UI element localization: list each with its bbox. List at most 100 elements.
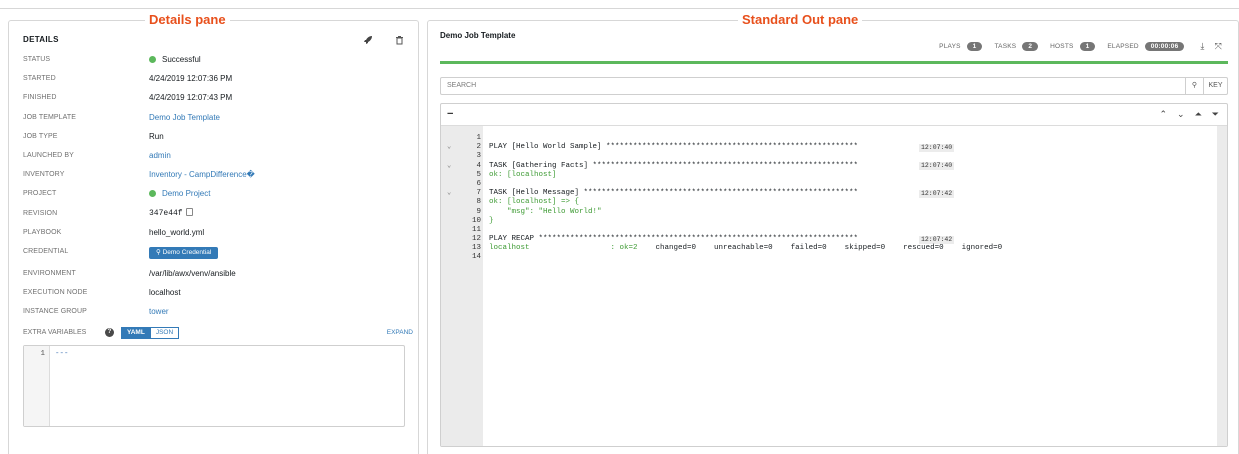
detail-label: ENVIRONMENT xyxy=(23,269,76,277)
job-counts: PLAYS 1 TASKS 2 HOSTS 1 ELAPSED 00:00:06… xyxy=(939,41,1222,52)
search-input[interactable]: SEARCH xyxy=(447,82,476,89)
output-line: 12 PLAY RECAP ***************************… xyxy=(441,235,1211,244)
line-text: ok: [localhost] => { xyxy=(489,198,580,207)
output-scrollbar[interactable] xyxy=(1217,126,1227,446)
output-line: 14 xyxy=(441,253,1211,262)
success-status-icon xyxy=(149,56,156,63)
line-text: TASK [Hello Message] *******************… xyxy=(489,189,859,198)
output-line: 10} xyxy=(441,217,1211,226)
detail-row-job-type: JOB TYPE Run xyxy=(23,128,413,147)
detail-row-inventory: INVENTORY Inventory - CampDifference� xyxy=(23,166,413,185)
project-link[interactable]: Demo Project xyxy=(149,188,210,200)
key-button[interactable]: KEY xyxy=(1203,78,1227,94)
line-text: ok: [localhost] xyxy=(489,170,557,179)
editor-gutter: 1 xyxy=(24,346,50,426)
detail-value: 4/24/2019 12:07:36 PM xyxy=(149,74,233,84)
plays-count-badge: 1 xyxy=(966,42,983,51)
line-number: 14 xyxy=(471,253,481,262)
format-toggle: YAML JSON xyxy=(121,327,180,339)
hosts-label: HOSTS xyxy=(1050,43,1074,50)
search-bar: SEARCH ⚲ KEY xyxy=(440,77,1228,95)
elapsed-badge: 00:00:06 xyxy=(1144,42,1185,51)
detail-value: Run xyxy=(149,131,164,141)
expand-link[interactable]: EXPAND xyxy=(387,329,413,336)
recap-stats: changed=0 unreachable=0 failed=0 skipped… xyxy=(637,244,1003,253)
copy-icon[interactable] xyxy=(185,207,193,216)
detail-row-playbook: PLAYBOOK hello_world.yml xyxy=(23,224,413,243)
line-number: 3 xyxy=(476,152,481,161)
job-template-link[interactable]: Demo Job Template xyxy=(149,112,220,124)
output-line: ⌄ 4 TASK [Gathering Facts] ***************… xyxy=(441,162,1211,171)
output-line: 5 ok: [localhost] xyxy=(441,171,1211,180)
collapse-all-button[interactable]: − xyxy=(447,108,453,120)
stdout-output: − ⌃ ⌄ ⏶ ⏷ 1 ⌄ 2 PLAY [Hello World Sample] *… xyxy=(440,103,1228,447)
chevron-up-icon[interactable]: ⌃ xyxy=(1160,109,1168,120)
output-body: 1 ⌄ 2 PLAY [Hello World Sample] ***********… xyxy=(441,126,1227,446)
detail-label: JOB TYPE xyxy=(23,132,58,140)
editor-content[interactable]: --- xyxy=(55,350,69,358)
event-timestamp: 12:07:40 xyxy=(919,143,955,152)
detail-row-credential: CREDENTIAL ⚲ Demo Credential xyxy=(23,243,413,265)
detail-label: EXECUTION NODE xyxy=(23,289,88,297)
output-line: 6 xyxy=(441,180,1211,189)
revision-hash: 347e44f xyxy=(149,208,183,218)
line-text: TASK [Gathering Facts] *****************… xyxy=(489,161,859,170)
download-icon[interactable]: ⤓ xyxy=(1200,41,1204,52)
detail-value: hello_world.yml xyxy=(149,227,205,237)
trash-icon[interactable] xyxy=(395,35,404,48)
detail-label: PROJECT xyxy=(23,190,57,198)
detail-row-revision: REVISION 347e44f xyxy=(23,205,413,224)
inventory-link[interactable]: Inventory - CampDifference� xyxy=(149,169,255,181)
output-nav: ⌃ ⌄ ⏶ ⏷ xyxy=(1160,109,1220,120)
credential-tag[interactable]: ⚲ Demo Credential xyxy=(149,246,219,259)
output-toolbar: − ⌃ ⌄ ⏶ ⏷ xyxy=(441,104,1227,126)
detail-label: REVISION xyxy=(23,209,58,217)
detail-label: INVENTORY xyxy=(23,171,65,179)
search-icon[interactable]: ⚲ xyxy=(1185,78,1203,94)
progress-fill xyxy=(440,61,1228,64)
details-actions xyxy=(363,35,404,48)
output-line: 9 "msg": "Hello World!" xyxy=(441,208,1211,217)
rocket-icon[interactable] xyxy=(363,35,373,48)
line-number: 8 xyxy=(476,198,481,207)
line-number: 9 xyxy=(476,207,481,216)
detail-row-instance-group: INSTANCE GROUP tower xyxy=(23,303,413,322)
extra-variables-editor[interactable]: 1 --- xyxy=(23,345,405,427)
launched-by-link[interactable]: admin xyxy=(149,150,171,162)
line-text: PLAY RECAP *****************************… xyxy=(489,235,859,244)
details-pane-caption: Details pane xyxy=(145,13,230,27)
line-number: 6 xyxy=(476,179,481,188)
line-number: 13 xyxy=(471,244,481,253)
scroll-bottom-icon[interactable]: ⏷ xyxy=(1212,109,1219,120)
standard-out-pane: Standard Out pane Demo Job Template PLAY… xyxy=(427,13,1239,454)
instance-group-link[interactable]: tower xyxy=(149,306,169,318)
detail-row-launched-by: LAUNCHED BY admin xyxy=(23,147,413,166)
line-number: 2 xyxy=(476,143,481,152)
output-line: ⌄ 2 PLAY [Hello World Sample] ************… xyxy=(441,143,1211,152)
tasks-count-badge: 2 xyxy=(1022,42,1039,51)
elapsed-label: ELAPSED xyxy=(1107,43,1139,50)
output-line: 3 xyxy=(441,152,1211,161)
yaml-toggle-button[interactable]: YAML xyxy=(121,327,151,339)
json-toggle-button[interactable]: JSON xyxy=(150,327,180,339)
scroll-top-icon[interactable]: ⏶ xyxy=(1195,109,1202,120)
help-icon[interactable]: ? xyxy=(105,328,114,337)
job-progress-bar xyxy=(440,61,1228,64)
top-divider xyxy=(0,8,1239,9)
stdout-pane-caption: Standard Out pane xyxy=(738,13,863,27)
details-pane: Details pane DETAILS STATUS Successful S… xyxy=(8,13,419,454)
detail-label: PLAYBOOK xyxy=(23,228,62,236)
line-text: "msg": "Hello World!" xyxy=(489,207,602,216)
detail-label: FINISHED xyxy=(23,94,57,102)
recap-host: localhost xyxy=(489,244,611,253)
output-line: ⌄ 7 TASK [Hello Message] *****************… xyxy=(441,189,1211,198)
detail-row-started: STARTED 4/24/2019 12:07:36 PM xyxy=(23,70,413,89)
event-timestamp: 12:07:40 xyxy=(919,162,955,171)
fullscreen-icon[interactable]: ⤧ xyxy=(1215,41,1222,52)
chevron-down-icon[interactable]: ⌄ xyxy=(1177,109,1185,120)
project-status-icon xyxy=(149,190,156,198)
detail-row-finished: FINISHED 4/24/2019 12:07:43 PM xyxy=(23,89,413,108)
detail-row-environment: ENVIRONMENT /var/lib/awx/venv/ansible xyxy=(23,265,413,284)
detail-value: 347e44f xyxy=(149,207,193,220)
detail-value: Successful xyxy=(149,54,201,66)
